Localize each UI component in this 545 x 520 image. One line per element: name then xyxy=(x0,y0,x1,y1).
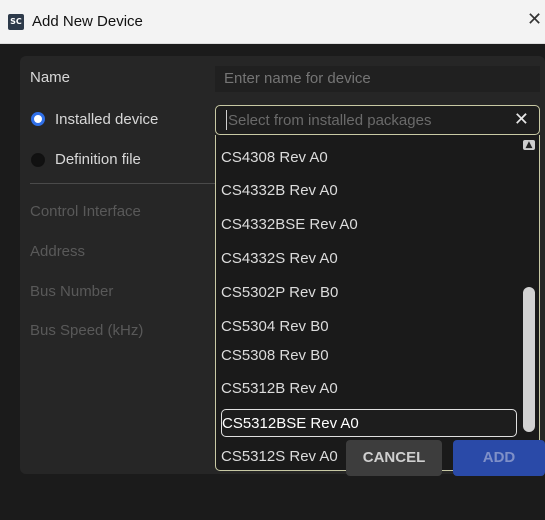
list-item[interactable]: CS5304 Rev B0 xyxy=(221,313,517,341)
bus-speed-label: Bus Speed (kHz) xyxy=(30,322,144,339)
close-icon[interactable]: ✕ xyxy=(527,11,542,29)
list-item[interactable]: CS5302P Rev B0 xyxy=(221,279,517,307)
list-item[interactable]: CS4332BSE Rev A0 xyxy=(221,211,517,239)
list-item[interactable]: CS5308 Rev B0 xyxy=(221,342,517,370)
name-input[interactable] xyxy=(215,66,540,92)
scrollbar-thumb[interactable] xyxy=(523,287,535,432)
window-title: Add New Device xyxy=(32,13,143,30)
device-dropdown-list[interactable]: CS4308 Rev A0 CS4332B Rev A0 CS4332BSE R… xyxy=(215,135,540,471)
app-icon: SC xyxy=(8,14,24,30)
definition-file-label[interactable]: Definition file xyxy=(55,151,141,168)
clear-icon[interactable]: ✕ xyxy=(514,109,529,131)
text-caret xyxy=(226,110,227,130)
list-item-highlighted[interactable]: CS5312BSE Rev A0 xyxy=(221,409,517,437)
definition-file-radio[interactable] xyxy=(31,153,45,167)
bus-number-label: Bus Number xyxy=(30,283,114,300)
installed-device-radio[interactable] xyxy=(31,112,45,126)
select-placeholder: Select from installed packages xyxy=(228,112,432,129)
control-interface-label: Control Interface xyxy=(30,203,141,220)
scroll-up-icon[interactable]: ▲ xyxy=(523,140,535,150)
list-item[interactable]: CS5312B Rev A0 xyxy=(221,375,517,403)
separator xyxy=(30,183,220,184)
list-item[interactable]: CS4332S Rev A0 xyxy=(221,245,517,273)
installed-device-select[interactable]: Select from installed packages ✕ xyxy=(215,105,540,135)
name-label: Name xyxy=(30,69,71,86)
add-button[interactable]: ADD xyxy=(453,440,545,476)
list-item[interactable]: CS4308 Rev A0 xyxy=(221,144,517,172)
address-label: Address xyxy=(30,243,86,260)
list-item[interactable]: CS4332B Rev A0 xyxy=(221,177,517,205)
title-bar: SC Add New Device ✕ xyxy=(0,0,545,44)
installed-device-label[interactable]: Installed device xyxy=(55,111,158,128)
cancel-button[interactable]: CANCEL xyxy=(346,440,442,476)
